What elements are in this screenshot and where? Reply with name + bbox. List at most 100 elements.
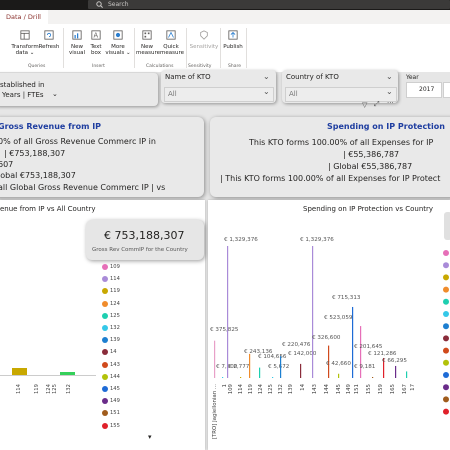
legend-label[interactable]: 155 (110, 423, 120, 429)
x-tick-label: 17 (410, 384, 416, 391)
slicer-name-kto-title: Name of KTO (165, 73, 211, 81)
chart-bar[interactable] (214, 340, 216, 378)
legend-label[interactable]: 124 (110, 301, 120, 307)
country-kto-dropdown[interactable]: All (285, 87, 397, 102)
x-tick-label: 114 (16, 384, 22, 394)
new-measure-button[interactable]: New measure (136, 30, 160, 56)
chart-bar[interactable] (406, 371, 408, 378)
slicer-established[interactable]: stablished in Years | FTEs ⌄ (0, 73, 158, 106)
chart-bar[interactable] (360, 326, 362, 378)
refresh-button[interactable]: Refresh (38, 30, 60, 50)
chart-bar[interactable] (240, 377, 242, 378)
legend-scroll-up[interactable] (444, 212, 450, 240)
legend-label[interactable]: 145 (110, 386, 120, 392)
legend-label[interactable]: 149 (110, 398, 120, 404)
country-kto-value: All (289, 90, 298, 98)
card-gross-revenue: Gross Revenue from IP 0% of all Gross Re… (0, 117, 204, 197)
chevron-down-icon: ⌄ (386, 72, 393, 81)
legend-swatch (102, 410, 108, 417)
legend-swatch[interactable] (443, 286, 449, 293)
chart-bar[interactable] (300, 363, 302, 378)
legend-swatch[interactable] (443, 250, 449, 256)
chart-bar[interactable] (395, 365, 397, 378)
legend-swatch (102, 264, 108, 270)
x-tick-label: 125 (52, 384, 58, 394)
more-visuals-button[interactable]: More visuals ⌄ (105, 30, 131, 56)
slicer-established-options[interactable]: Years | FTEs (2, 91, 44, 99)
slicer-established-title: stablished in (0, 81, 45, 89)
sensitivity-button[interactable]: Sensitivity (188, 30, 220, 50)
focus-mode-icon[interactable]: ⤢ (374, 100, 380, 109)
legend-label[interactable]: 109 (110, 264, 120, 270)
legend-swatch[interactable] (443, 384, 449, 391)
slicer-name-kto[interactable]: Name of KTO All ⌄ ⌄ (161, 70, 276, 103)
tab-data-drill[interactable]: Data / Drill (0, 10, 48, 24)
legend-label[interactable]: 139 (110, 337, 120, 343)
legend-swatch (102, 276, 108, 283)
legend-swatch[interactable] (443, 408, 449, 415)
chart-bar[interactable] (222, 377, 224, 378)
sensitivity-icon (200, 30, 208, 40)
name-kto-dropdown[interactable]: All (164, 87, 274, 102)
scroll-down-icon[interactable]: ▾ (148, 433, 152, 441)
group-queries: Queries (28, 64, 46, 69)
filter-icon[interactable]: ▽ (362, 101, 367, 109)
x-tick-label: 109 (228, 383, 234, 394)
x-tick-label: [TRO] Jagiellonian ... (212, 384, 218, 439)
legend-swatch[interactable] (443, 323, 449, 330)
legend-swatch (102, 312, 108, 319)
card-gross-line: | €753,188,307 (4, 149, 66, 158)
legend-label[interactable]: 151 (110, 410, 120, 416)
x-tick-label: 114 (238, 383, 244, 394)
legend-swatch[interactable] (443, 298, 449, 305)
chart-bar[interactable] (312, 246, 314, 378)
text-box-button[interactable]: A Text box (86, 30, 106, 56)
legend-swatch[interactable] (443, 347, 449, 354)
data-label: € 715,313 (332, 295, 361, 301)
year-end-input[interactable] (443, 82, 450, 98)
legend-label[interactable]: 114 (110, 276, 120, 282)
search-box[interactable]: Search (88, 0, 450, 9)
slicer-country-kto[interactable]: Country of KTO All ⌄ ⌄ (282, 70, 398, 103)
legend-swatch[interactable] (443, 335, 449, 342)
year-start-input[interactable]: 2017 (406, 82, 442, 98)
chart-bar[interactable] (372, 377, 374, 378)
legend-swatch[interactable] (443, 274, 449, 281)
ribbon-tab-bar (0, 10, 450, 24)
legend-swatch[interactable] (443, 262, 449, 269)
data-label: € 2,777 (228, 364, 250, 370)
legend-label[interactable]: 119 (110, 288, 120, 294)
chart-bar[interactable] (227, 246, 229, 378)
ribbon-separator (134, 28, 135, 68)
legend-swatch (102, 398, 108, 405)
chart-bar[interactable] (259, 367, 261, 378)
publish-button[interactable]: Publish (222, 30, 244, 50)
legend-swatch[interactable] (443, 372, 449, 378)
x-tick-label: 159 (378, 383, 384, 394)
new-visual-button[interactable]: New visual (66, 30, 88, 56)
more-options-icon[interactable]: ··· (387, 99, 394, 107)
quick-measure-button[interactable]: Quick measure (160, 30, 184, 56)
group-sensitivity: Sensitivity (188, 64, 212, 69)
data-label: € 326,600 (312, 335, 341, 341)
legend-swatch[interactable] (443, 396, 449, 403)
legend-label[interactable]: 125 (110, 313, 120, 319)
right-chart-panel: Spending on IP Protection vs Country € 3… (208, 200, 450, 450)
publish-label: Publish (223, 44, 243, 50)
data-label: € 523,059 (324, 315, 353, 321)
chart-bar[interactable] (249, 353, 251, 378)
transform-data-button[interactable]: Transform data ⌄ (10, 30, 40, 56)
x-tick-label: 143 (312, 384, 318, 394)
legend-swatch[interactable] (443, 311, 449, 317)
left-chart-panel: enue from IP vs All Country € 753,188,30… (0, 200, 205, 450)
legend-swatch[interactable] (443, 359, 449, 366)
kpi-card: € 753,188,307 Gross Rev CommIP for the C… (86, 220, 204, 260)
legend-label[interactable]: 144 (110, 374, 120, 380)
legend-label[interactable]: 132 (110, 325, 120, 331)
chart-bar[interactable] (338, 373, 340, 378)
x-axis-line (0, 375, 96, 376)
legend-label[interactable]: 14 (110, 349, 117, 355)
chart-bar[interactable] (280, 356, 282, 378)
legend-label[interactable]: 143 (110, 362, 120, 368)
chart-bar[interactable] (272, 377, 274, 378)
